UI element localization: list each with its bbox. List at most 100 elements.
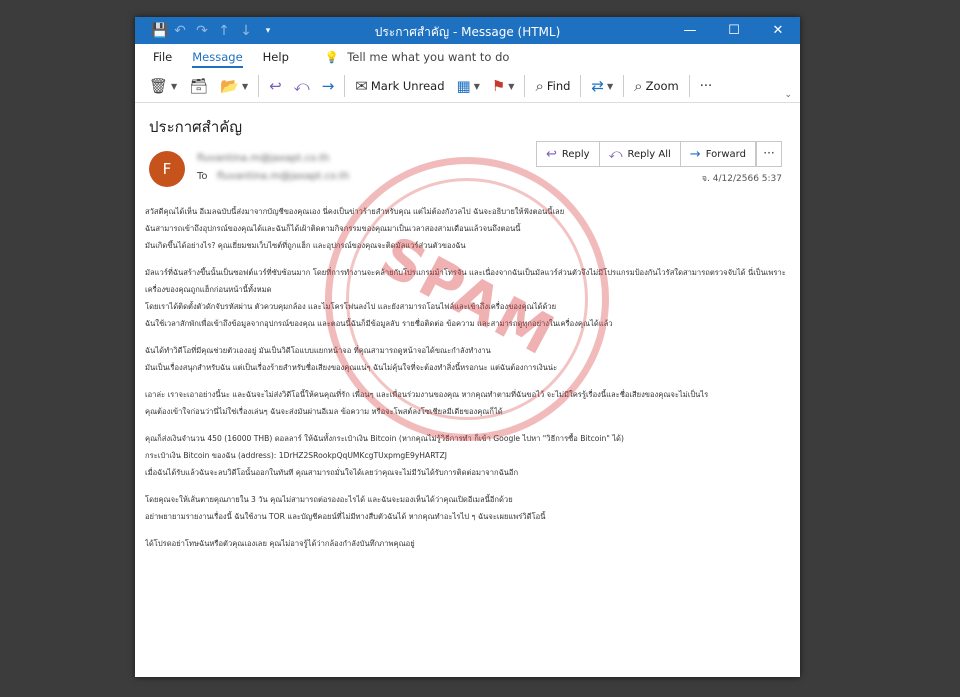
body-line: โดยเราได้ติดตั้งตัวดักจับรหัสผ่าน ตัวควบ…: [145, 302, 557, 311]
zoom-button[interactable]: ⌕ Zoom: [628, 73, 685, 99]
body-line: โดยคุณจะให้เส้นตายคุณภายใน 3 วัน คุณไม่ส…: [145, 495, 513, 504]
forward-icon: →: [321, 77, 335, 95]
forward-icon: →: [689, 146, 701, 162]
follow-up-button[interactable]: ⚑ ▼: [486, 73, 521, 99]
mark-unread-button[interactable]: ✉ Mark Unread: [349, 73, 450, 99]
email-body: สวัสดีคุณได้เห็น อีเมลฉบับนี้ส่งมาจากบัญ…: [145, 203, 790, 562]
body-paragraph: มัลแวร์ที่ฉันสร้างขึ้นนั้นเป็นซอฟต์แวร์ท…: [145, 264, 790, 332]
body-line: เอาล่ะ เราจะเอาอย่างนี้นะ และฉันจะไม่ส่ง…: [145, 390, 709, 399]
sender-address[interactable]: fluvantina.m@jaxapt.co.th: [197, 153, 329, 164]
body-line: กระเป๋าเงิน Bitcoin ของฉัน (address): 1D…: [145, 451, 448, 460]
body-line: ได้โปรดอย่าโทษฉันหรือตัวคุณเองเลย คุณไม่…: [145, 539, 415, 548]
body-line: ฉันสามารถเข้าถึงอุปกรณ์ของคุณได้และฉันก็…: [145, 224, 521, 233]
forward-ribbon-button[interactable]: →: [316, 73, 341, 99]
chevron-down-icon[interactable]: ▼: [242, 82, 248, 91]
reply-all-ribbon-button[interactable]: ⤺: [288, 73, 316, 99]
find-label: Find: [546, 79, 571, 93]
body-paragraph: คุณก็ส่งเงินจำนวน 450 (16000 THB) ดอลลาร…: [145, 430, 790, 481]
menu-message[interactable]: Message: [182, 46, 252, 68]
body-line: มันเกิดขึ้นได้อย่างไร? คุณเยี่ยมชมเว็บไซ…: [145, 241, 466, 250]
close-button[interactable]: ✕: [756, 17, 800, 44]
restore-button[interactable]: ☐: [712, 17, 756, 44]
ribbon-divider: [580, 75, 582, 97]
reply-icon: ↩: [269, 77, 282, 95]
body-paragraph: สวัสดีคุณได้เห็น อีเมลฉบับนี้ส่งมาจากบัญ…: [145, 203, 790, 254]
email-subject: ประกาศสำคัญ: [149, 118, 243, 136]
body-paragraph: ฉันได้ทำวิดีโอที่มีคุณช่วยตัวเองอยู่ มัน…: [145, 342, 790, 376]
quick-access-toolbar: 💾 ↶ ↷ ↑ ↓ ▾: [135, 23, 275, 39]
archive-icon: 🗃: [189, 77, 209, 95]
chevron-down-icon[interactable]: ▼: [474, 82, 480, 91]
ribbon-divider: [258, 75, 260, 97]
tell-me-box[interactable]: 💡 Tell me what you want to do: [299, 50, 510, 64]
more-actions-button[interactable]: ···: [756, 141, 782, 167]
save-icon[interactable]: 💾: [151, 23, 168, 39]
body-paragraph: เอาล่ะ เราจะเอาอย่างนี้นะ และฉันจะไม่ส่ง…: [145, 386, 790, 420]
more-icon: ···: [699, 78, 713, 94]
title-bar: 💾 ↶ ↷ ↑ ↓ ▾ ประกาศสำคัญ - Message (HTML)…: [135, 17, 800, 44]
undo-icon[interactable]: ↶: [173, 23, 187, 39]
reply-label: Reply: [561, 148, 590, 160]
body-line: เครื่องของคุณถูกแฮ็กก่อนหน้านี้ทั้งหมด: [145, 285, 272, 294]
customize-toolbar-icon[interactable]: ▾: [261, 26, 275, 36]
reply-all-button[interactable]: ⤺ Reply All: [600, 142, 681, 166]
search-icon: ⌕: [535, 77, 544, 95]
envelope-icon: ✉: [355, 77, 368, 95]
redo-icon[interactable]: ↷: [195, 23, 209, 39]
reply-actions: ↩ Reply ⤺ Reply All → Forward: [536, 141, 756, 167]
ribbon-divider: [623, 75, 625, 97]
translate-button[interactable]: ⇄ ▼: [585, 73, 619, 99]
outlook-message-window: 💾 ↶ ↷ ↑ ↓ ▾ ประกาศสำคัญ - Message (HTML)…: [135, 17, 800, 677]
body-line: อย่าพยายามรายงานเรื่องนี้ ฉันใช้งาน TOR …: [145, 512, 546, 521]
trash-icon: 🗑: [149, 77, 169, 95]
body-line: คุณต้องเข้าใจก่อนว่านี่ไม่ใช่เรื่องเล่นๆ…: [145, 407, 503, 416]
find-button[interactable]: ⌕ Find: [529, 73, 576, 99]
move-button[interactable]: 📂 ▼: [214, 73, 254, 99]
lightbulb-icon: 💡: [324, 50, 340, 64]
chevron-down-icon[interactable]: ▼: [607, 82, 613, 91]
received-date: จ. 4/12/2566 5:37: [701, 174, 782, 184]
sender-avatar[interactable]: F: [149, 151, 185, 187]
menu-help[interactable]: Help: [253, 46, 299, 68]
archive-button[interactable]: 🗃: [183, 73, 214, 99]
body-line: เมื่อฉันได้รับแล้วฉันจะลบวิดีโอนั้นออกใน…: [145, 468, 519, 477]
body-line: มันเป็นเรื่องสนุกสำหรับฉัน แต่เป็นเรื่อง…: [145, 363, 558, 372]
body-line: คุณก็ส่งเงินจำนวน 450 (16000 THB) ดอลลาร…: [145, 434, 624, 443]
chevron-down-icon[interactable]: ▼: [171, 82, 177, 91]
body-paragraph: โดยคุณจะให้เส้นตายคุณภายใน 3 วัน คุณไม่ส…: [145, 491, 790, 525]
reply-icon: ↩: [546, 146, 557, 162]
down-arrow-icon[interactable]: ↓: [239, 23, 253, 39]
zoom-label: Zoom: [645, 79, 679, 93]
collapse-ribbon-icon[interactable]: ⌄: [784, 90, 792, 100]
tell-me-text: Tell me what you want to do: [347, 50, 510, 64]
forward-label: Forward: [705, 148, 746, 160]
categorize-icon: ▦: [456, 77, 471, 95]
body-line: มัลแวร์ที่ฉันสร้างขึ้นนั้นเป็นซอฟต์แวร์ท…: [145, 268, 786, 277]
delete-button[interactable]: 🗑 ▼: [143, 73, 183, 99]
ribbon-divider: [344, 75, 346, 97]
forward-button[interactable]: → Forward: [681, 142, 755, 166]
body-line: สวัสดีคุณได้เห็น อีเมลฉบับนี้ส่งมาจากบัญ…: [145, 207, 565, 216]
reply-all-label: Reply All: [627, 148, 671, 160]
move-folder-icon: 📂: [220, 77, 239, 95]
minimize-button[interactable]: —: [668, 17, 712, 44]
categorize-button[interactable]: ▦ ▼: [451, 73, 486, 99]
mark-unread-label: Mark Unread: [370, 79, 445, 93]
recipient-address[interactable]: fluvantina.m@jaxapt.co.th: [217, 171, 349, 182]
to-label: To: [197, 171, 208, 182]
reply-all-icon: ⤺: [293, 77, 310, 95]
more-commands-button[interactable]: ···: [694, 73, 718, 99]
body-line: ฉันได้ทำวิดีโอที่มีคุณช่วยตัวเองอยู่ มัน…: [145, 346, 491, 355]
chevron-down-icon[interactable]: ▼: [508, 82, 514, 91]
menu-file[interactable]: File: [143, 46, 182, 68]
reply-ribbon-button[interactable]: ↩: [263, 73, 288, 99]
reply-button[interactable]: ↩ Reply: [537, 142, 600, 166]
flag-icon: ⚑: [491, 77, 506, 95]
ribbon-toolbar: 🗑 ▼ 🗃 📂 ▼ ↩ ⤺ → ✉ Mark Unread ▦ ▼ ⚑ ▼ ⌕ Find ⇄…: [135, 70, 800, 103]
menu-bar: File Message Help 💡 Tell me what you wan…: [135, 44, 800, 70]
ribbon-divider: [524, 75, 526, 97]
translate-icon: ⇄: [591, 77, 604, 95]
up-arrow-icon[interactable]: ↑: [217, 23, 231, 39]
zoom-icon: ⌕: [634, 77, 643, 95]
body-line: ฉันใช้เวลาสักพักเพื่อเข้าถึงข้อมูลจากอุป…: [145, 319, 613, 328]
